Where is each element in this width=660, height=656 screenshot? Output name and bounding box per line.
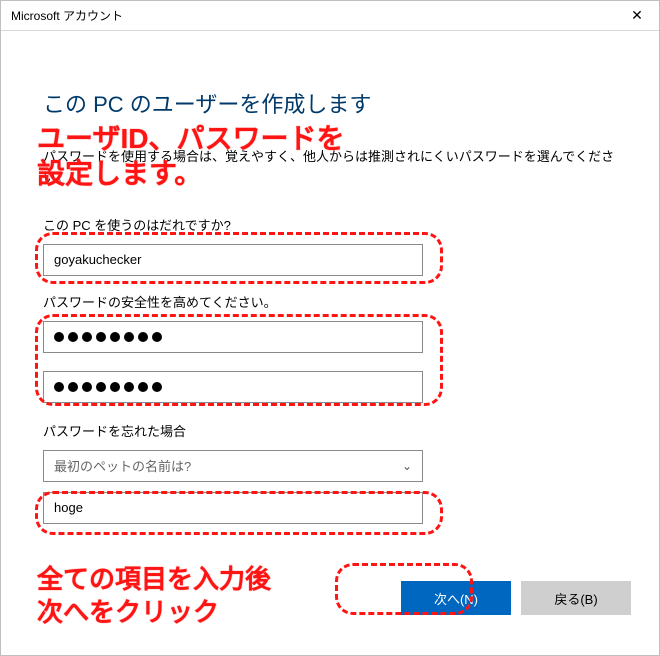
- annotation-text-2: 全ての項目を入力後 次へをクリック: [37, 563, 271, 628]
- close-button[interactable]: ✕: [615, 1, 659, 31]
- page-subtext: パスワードを使用する場合は、覚えやすく、他人からは推測されにくいパスワードを選ん…: [43, 147, 617, 189]
- security-question-value: 最初のペットの名前は?: [54, 456, 191, 475]
- back-button[interactable]: 戻る(B): [521, 581, 631, 615]
- password-label: パスワードの安全性を高めてください。: [43, 292, 617, 311]
- content-area: この PC のユーザーを作成します パスワードを使用する場合は、覚えやすく、他人…: [1, 31, 659, 524]
- username-input[interactable]: [43, 244, 423, 276]
- back-button-label: 戻る(B): [554, 589, 597, 608]
- close-icon: ✕: [631, 7, 643, 24]
- security-question-select[interactable]: 最初のペットの名前は? ⌄: [43, 450, 423, 482]
- chevron-down-icon: ⌄: [402, 459, 412, 473]
- button-bar: 次へ(N) 戻る(B): [401, 581, 631, 615]
- password-input[interactable]: [43, 321, 423, 353]
- next-button-label: 次へ(N): [434, 589, 478, 608]
- password-confirm-input[interactable]: [43, 371, 423, 403]
- window-title: Microsoft アカウント: [11, 7, 123, 24]
- dialog-window: Microsoft アカウント ✕ この PC のユーザーを作成します パスワー…: [0, 0, 660, 656]
- next-button[interactable]: 次へ(N): [401, 581, 511, 615]
- security-answer-input[interactable]: [43, 492, 423, 524]
- titlebar: Microsoft アカウント ✕: [1, 1, 659, 31]
- page-title: この PC のユーザーを作成します: [43, 87, 617, 119]
- security-question-label: パスワードを忘れた場合: [43, 421, 617, 440]
- username-label: この PC を使うのはだれですか?: [43, 215, 617, 234]
